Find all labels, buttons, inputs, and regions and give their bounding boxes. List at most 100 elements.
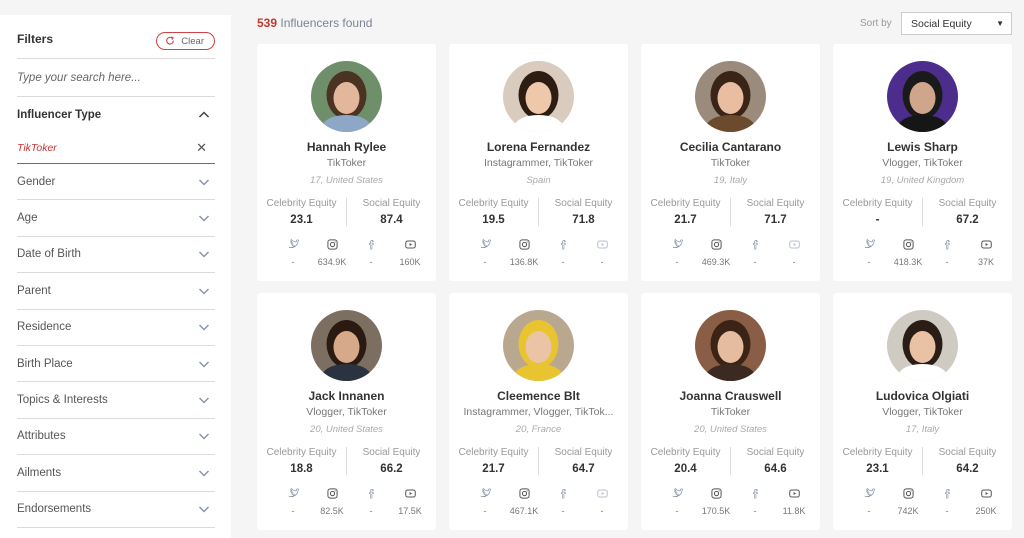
- filters-header: Filters Clear: [17, 15, 215, 59]
- social-equity: Social Equity 64.2: [922, 447, 1012, 475]
- youtube-icon: [404, 489, 416, 498]
- youtube-followers: 37K: [977, 257, 994, 267]
- influencer-name[interactable]: Lorena Fernandez: [449, 140, 628, 154]
- facebook-stat: -: [545, 239, 581, 267]
- influencer-name[interactable]: Jack Innanen: [257, 389, 436, 403]
- filter-gender[interactable]: Gender: [17, 164, 215, 201]
- filter-influencer-type[interactable]: Influencer Type: [17, 97, 215, 132]
- filter-ailments[interactable]: Ailments: [17, 455, 215, 492]
- celebrity-equity: Celebrity Equity 20.4: [641, 447, 730, 475]
- equity-stats: Celebrity Equity 18.8 Social Equity 66.2: [257, 447, 436, 475]
- filter-label: Influencer Type: [17, 108, 102, 121]
- influencer-card[interactable]: Cleemence Blt Instagrammer, Vlogger, TikT…: [449, 293, 628, 530]
- filter-parent[interactable]: Parent: [17, 273, 215, 310]
- equity-stats: Celebrity Equity 19.5 Social Equity 71.8: [449, 198, 628, 226]
- social-equity-value: 66.2: [380, 463, 403, 475]
- clear-filters-button[interactable]: Clear: [156, 32, 215, 50]
- social-equity: Social Equity 71.7: [730, 198, 820, 226]
- influencer-type: TikToker: [326, 157, 367, 169]
- influencer-card[interactable]: Cecilia Cantarano TikToker 19, Italy Celebr…: [641, 44, 820, 281]
- youtube-icon: [788, 489, 800, 498]
- avatar[interactable]: [887, 61, 958, 132]
- instagram-icon: [710, 488, 722, 499]
- youtube-stat: 160K: [392, 239, 428, 267]
- celebrity-equity-value: -: [875, 214, 880, 226]
- filter-residence[interactable]: Residence: [17, 310, 215, 346]
- celebrity-equity-label: Celebrity Equity: [266, 447, 337, 458]
- filter-endorsements[interactable]: Endorsements: [17, 492, 215, 528]
- influencer-name[interactable]: Ludovica Olgiati: [833, 389, 1012, 403]
- filter-topics-interests[interactable]: Topics & Interests: [17, 382, 215, 419]
- twitter-icon: [288, 488, 299, 498]
- celebrity-equity: Celebrity Equity 21.7: [449, 447, 538, 475]
- close-icon[interactable]: ✕: [196, 140, 207, 156]
- results-number: 539: [257, 16, 278, 30]
- influencer-location: Spain: [526, 175, 551, 186]
- social-equity-value: 67.2: [956, 214, 979, 226]
- instagram-icon: [326, 488, 338, 499]
- twitter-icon: [480, 488, 491, 498]
- filter-label: Date of Birth: [17, 248, 81, 261]
- influencer-name[interactable]: Cleemence Blt: [449, 389, 628, 403]
- filter-date-of-birth[interactable]: Date of Birth: [17, 237, 215, 274]
- instagram-stat: 469.3K: [698, 239, 734, 267]
- influencer-location: 20, France: [515, 424, 562, 435]
- influencer-card[interactable]: Jack Innanen Vlogger, TikToker 20, United …: [257, 293, 436, 530]
- youtube-followers: 17.5K: [398, 506, 422, 516]
- influencer-card[interactable]: Joanna Crauswell TikToker 20, United State…: [641, 293, 820, 530]
- celebrity-equity-value: 21.7: [674, 214, 697, 226]
- instagram-followers: 136.8K: [509, 257, 539, 267]
- youtube-icon: [980, 240, 992, 249]
- avatar[interactable]: [695, 61, 766, 132]
- influencer-card[interactable]: Hannah Rylee TikToker 17, United States Cel…: [257, 44, 436, 281]
- sort-value: Social Equity: [911, 17, 972, 30]
- influencer-name[interactable]: Cecilia Cantarano: [641, 140, 820, 154]
- instagram-followers: 634.9K: [317, 257, 347, 267]
- youtube-stat: 11.8K: [776, 488, 812, 516]
- facebook-followers: -: [369, 506, 373, 516]
- celebrity-equity: Celebrity Equity 19.5: [449, 198, 538, 226]
- social-equity: Social Equity 64.7: [538, 447, 628, 475]
- influencer-name[interactable]: Lewis Sharp: [833, 140, 1012, 154]
- instagram-icon: [902, 488, 914, 499]
- avatar[interactable]: [503, 61, 574, 132]
- social-equity-label: Social Equity: [938, 198, 997, 209]
- instagram-stat: 634.9K: [314, 239, 350, 267]
- twitter-icon: [288, 239, 299, 249]
- avatar[interactable]: [311, 310, 382, 381]
- avatar[interactable]: [503, 310, 574, 381]
- twitter-followers: -: [867, 506, 871, 516]
- instagram-icon: [902, 239, 914, 250]
- twitter-icon: [864, 488, 875, 498]
- filter-label: Attributes: [17, 430, 66, 443]
- social-stats: - 170.5K - 11.8K: [659, 488, 812, 516]
- facebook-stat: -: [737, 488, 773, 516]
- chevron-down-icon: [198, 215, 210, 222]
- twitter-stat: -: [275, 488, 311, 516]
- influencer-card[interactable]: Ludovica Olgiati Vlogger, TikToker 17, Ita…: [833, 293, 1012, 530]
- social-equity-label: Social Equity: [362, 198, 421, 209]
- filter-birth-place[interactable]: Birth Place: [17, 346, 215, 383]
- twitter-stat: -: [659, 239, 695, 267]
- social-equity-label: Social Equity: [938, 447, 997, 458]
- social-stats: - 418.3K - 37K: [851, 239, 1004, 267]
- filter-attributes[interactable]: Attributes: [17, 419, 215, 456]
- influencer-name[interactable]: Joanna Crauswell: [641, 389, 820, 403]
- avatar[interactable]: [311, 61, 382, 132]
- influencer-type: TikToker: [710, 406, 751, 418]
- twitter-followers: -: [867, 257, 871, 267]
- search-input[interactable]: [17, 71, 215, 84]
- sort-select[interactable]: Social Equity ▼: [901, 12, 1012, 35]
- facebook-icon: [752, 240, 758, 250]
- youtube-icon: [980, 489, 992, 498]
- social-equity-value: 71.8: [572, 214, 595, 226]
- avatar[interactable]: [695, 310, 766, 381]
- filter-list: Gender Age Date of Birth Parent Residence Bir…: [17, 164, 215, 528]
- influencer-card[interactable]: Lorena Fernandez Instagrammer, TikToker Sp…: [449, 44, 628, 281]
- influencer-card[interactable]: Lewis Sharp Vlogger, TikToker 19, United K…: [833, 44, 1012, 281]
- avatar[interactable]: [887, 310, 958, 381]
- filter-label: Age: [17, 212, 38, 225]
- filter-age[interactable]: Age: [17, 200, 215, 237]
- influencer-name[interactable]: Hannah Rylee: [257, 140, 436, 154]
- results-count: 539 Influencers found: [257, 16, 372, 30]
